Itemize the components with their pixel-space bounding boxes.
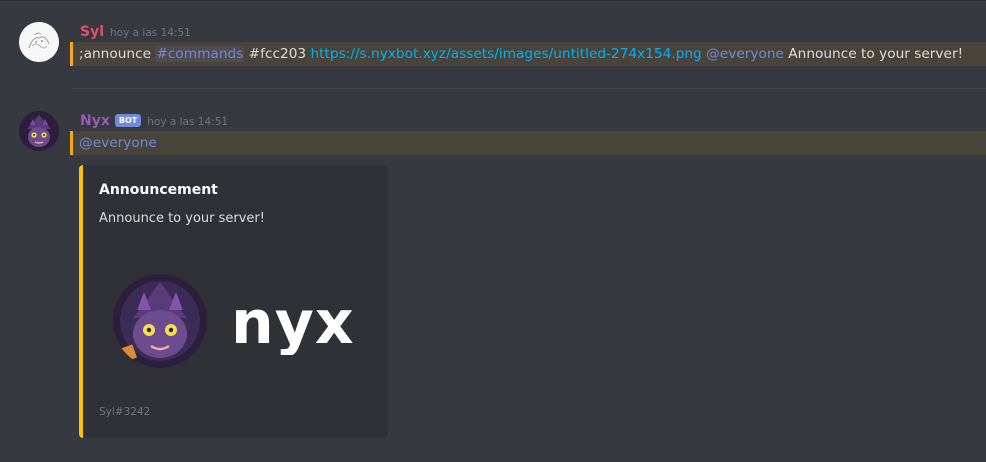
announcement-embed: Announcement Announce to your server! ny… bbox=[79, 165, 388, 438]
color-arg: #fcc203 bbox=[248, 46, 307, 62]
message-divider bbox=[72, 88, 986, 89]
embed-image[interactable]: nyx bbox=[99, 257, 373, 411]
nyx-logo-icon bbox=[113, 274, 207, 368]
nyx-wordmark: nyx bbox=[231, 295, 355, 355]
message-content: ;announce #commands #fcc203 https://s.ny… bbox=[79, 42, 963, 66]
image-link[interactable]: https://s.nyxbot.xyz/assets/images/untit… bbox=[311, 46, 702, 62]
avatar-nyx[interactable] bbox=[19, 111, 59, 151]
svg-text:nyx: nyx bbox=[231, 295, 355, 355]
embed-footer: Syl#3242 bbox=[99, 406, 151, 418]
everyone-mention[interactable]: @everyone bbox=[79, 135, 157, 151]
sketch-avatar-icon bbox=[19, 22, 59, 62]
everyone-mention[interactable]: @everyone bbox=[706, 46, 784, 62]
username[interactable]: Nyx bbox=[80, 113, 110, 129]
username[interactable]: Syl bbox=[80, 24, 104, 40]
message-content: @everyone bbox=[79, 131, 157, 155]
timestamp[interactable]: hoy a las 14:51 bbox=[110, 27, 191, 39]
embed-description: Announce to your server! bbox=[99, 211, 265, 226]
avatar-syl[interactable] bbox=[19, 22, 59, 62]
mention-highlight bbox=[70, 131, 986, 155]
timestamp[interactable]: hoy a las 14:51 bbox=[147, 116, 228, 128]
message-text: Announce to your server! bbox=[788, 46, 964, 62]
channel-mention[interactable]: #commands bbox=[155, 46, 245, 62]
top-divider bbox=[0, 0, 986, 1]
command-text: ;announce bbox=[79, 46, 152, 62]
embed-title: Announcement bbox=[99, 182, 218, 198]
message-header: Syl hoy a las 14:51 bbox=[80, 24, 191, 40]
bot-badge: BOT bbox=[114, 114, 142, 127]
nyx-cat-avatar-icon bbox=[19, 111, 59, 151]
message-header: Nyx BOT hoy a las 14:51 bbox=[80, 113, 228, 129]
